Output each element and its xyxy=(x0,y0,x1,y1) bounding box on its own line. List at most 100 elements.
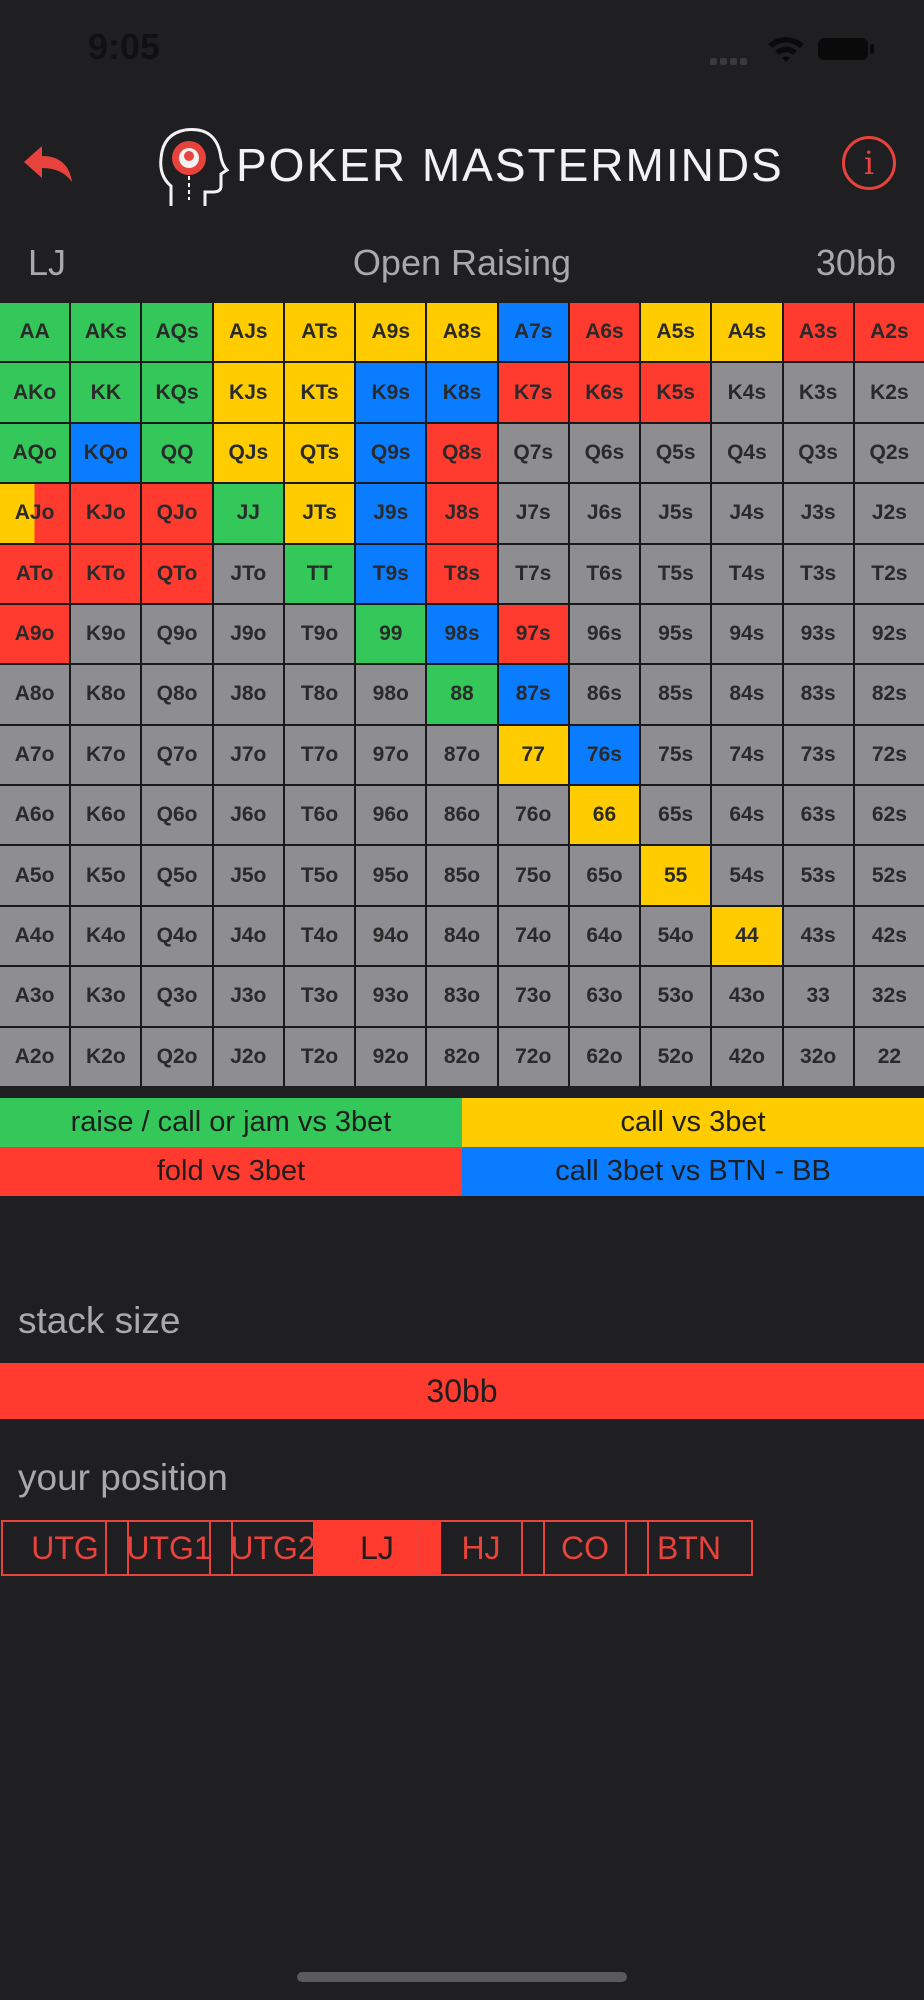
battery-icon xyxy=(818,38,868,60)
hand-cell: T5o xyxy=(284,846,355,905)
hand-cell: Q5s xyxy=(641,423,711,483)
scenario-title: Open Raising xyxy=(352,242,572,283)
hand-cell: J9s xyxy=(356,484,426,543)
hand-cell: K9o xyxy=(71,604,141,664)
hand-cell: J7o xyxy=(213,725,283,785)
hand-cell: AA xyxy=(0,303,70,362)
hand-cell: Q8s xyxy=(427,423,497,483)
hand-cell: 83o xyxy=(427,967,497,1026)
home-indicator xyxy=(297,1972,627,1982)
hand-cell: T2o xyxy=(284,1027,355,1086)
hand-cell: KTo xyxy=(71,544,141,603)
hand-cell: 74s xyxy=(712,725,782,785)
legend-fold-3bet: fold vs 3bet xyxy=(0,1147,462,1196)
hand-cell: T6s xyxy=(569,544,640,603)
brand-title: POKER MASTERMINDS xyxy=(236,139,784,191)
hand-cell: K8s xyxy=(427,363,497,422)
stack-size-selector[interactable]: 30bb xyxy=(0,1363,924,1419)
hand-cell: AQs xyxy=(142,303,212,362)
position-button-btn[interactable]: BTN xyxy=(625,1520,753,1576)
hand-cell: K2s xyxy=(854,363,924,422)
hand-cell: T4s xyxy=(712,544,782,603)
hand-cell: A9s xyxy=(356,303,426,362)
hand-cell: K3o xyxy=(71,967,141,1026)
hand-cell: JTs xyxy=(284,484,355,543)
hand-cell: A4o xyxy=(0,906,70,966)
hand-cell: 43o xyxy=(712,967,782,1026)
hand-cell: 86o xyxy=(427,786,497,845)
hand-cell: 73o xyxy=(498,967,568,1026)
status-bar: 9:05 xyxy=(0,0,924,100)
hand-cell: 76s xyxy=(569,725,640,785)
position-selector: UTG UTG1 UTG2 LJ HJ CO BTN xyxy=(0,1520,924,1578)
legend-call-3bet: call vs 3bet xyxy=(462,1098,924,1147)
current-stack-label: 30bb xyxy=(815,242,896,283)
hand-cell: Q3o xyxy=(142,967,212,1026)
hand-cell: A5s xyxy=(641,303,711,362)
hand-cell: 97s xyxy=(498,604,568,664)
back-button[interactable] xyxy=(20,140,76,190)
hand-cell: 96s xyxy=(569,604,640,664)
info-button[interactable]: i xyxy=(842,136,896,190)
hand-cell: Q7o xyxy=(142,725,212,785)
hand-cell: 84s xyxy=(712,665,782,724)
hand-cell: T8o xyxy=(284,665,355,724)
hand-cell: J6s xyxy=(569,484,640,543)
hand-cell: 77 xyxy=(498,725,568,785)
hand-cell: AQo xyxy=(0,423,70,483)
hand-cell: AKo xyxy=(0,363,70,422)
hand-cell: J8o xyxy=(213,665,283,724)
hand-cell: 75s xyxy=(641,725,711,785)
hand-cell: J3o xyxy=(213,967,283,1026)
hand-cell: J9o xyxy=(213,604,283,664)
hand-cell: 63o xyxy=(569,967,640,1026)
hand-cell: A2s xyxy=(854,303,924,362)
hand-cell: 85s xyxy=(641,665,711,724)
hand-cell: J7s xyxy=(498,484,568,543)
hand-cell: 94s xyxy=(712,604,782,664)
hand-cell: 73s xyxy=(783,725,853,785)
hand-cell: 98o xyxy=(356,665,426,724)
hand-cell: 72s xyxy=(854,725,924,785)
hand-cell: K7s xyxy=(498,363,568,422)
status-time: 9:05 xyxy=(88,26,161,67)
hand-cell: K4o xyxy=(71,906,141,966)
hand-cell: T9o xyxy=(284,604,355,664)
hand-cell: A3s xyxy=(783,303,853,362)
hand-cell: K7o xyxy=(71,725,141,785)
hand-cell: ATs xyxy=(284,303,355,362)
hand-range-grid: AA AKs AQs AJs ATs A9s A8s A7s A6s A5s A4s A3s A2s AK… xyxy=(0,303,924,1086)
hand-cell: 53o xyxy=(641,967,711,1026)
hand-cell: 99 xyxy=(356,604,426,664)
hand-cell: 94o xyxy=(356,906,426,966)
stack-size-heading: stack size xyxy=(18,1300,181,1341)
hand-cell: Q6s xyxy=(569,423,640,483)
hand-cell: 88 xyxy=(427,665,497,724)
hand-cell: KJs xyxy=(213,363,283,422)
hand-cell: 32o xyxy=(783,1027,853,1086)
logo-icon xyxy=(159,128,230,206)
hand-cell: 64o xyxy=(569,906,640,966)
hand-cell: JTo xyxy=(213,544,283,603)
hand-cell: A8o xyxy=(0,665,70,724)
hand-cell: J2o xyxy=(213,1027,283,1086)
hand-cell: 33 xyxy=(783,967,853,1026)
hand-cell: A5o xyxy=(0,846,70,905)
hand-cell: J8s xyxy=(427,484,497,543)
hand-cell: T4o xyxy=(284,906,355,966)
hand-cell: K3s xyxy=(783,363,853,422)
hand-cell: 83s xyxy=(783,665,853,724)
hand-cell: T8s xyxy=(427,544,497,603)
hand-cell: Q3s xyxy=(783,423,853,483)
hand-cell: K8o xyxy=(71,665,141,724)
hand-cell: KK xyxy=(71,363,141,422)
hand-cell: K2o xyxy=(71,1027,141,1086)
hand-cell: T6o xyxy=(284,786,355,845)
hand-cell: A7o xyxy=(0,725,70,785)
hand-cell: 66 xyxy=(569,786,640,845)
hand-cell: Q2s xyxy=(854,423,924,483)
hand-cell: Q7s xyxy=(498,423,568,483)
hand-cell: K5s xyxy=(641,363,711,422)
hand-cell: KQo xyxy=(71,423,141,483)
hand-cell: 54s xyxy=(712,846,782,905)
